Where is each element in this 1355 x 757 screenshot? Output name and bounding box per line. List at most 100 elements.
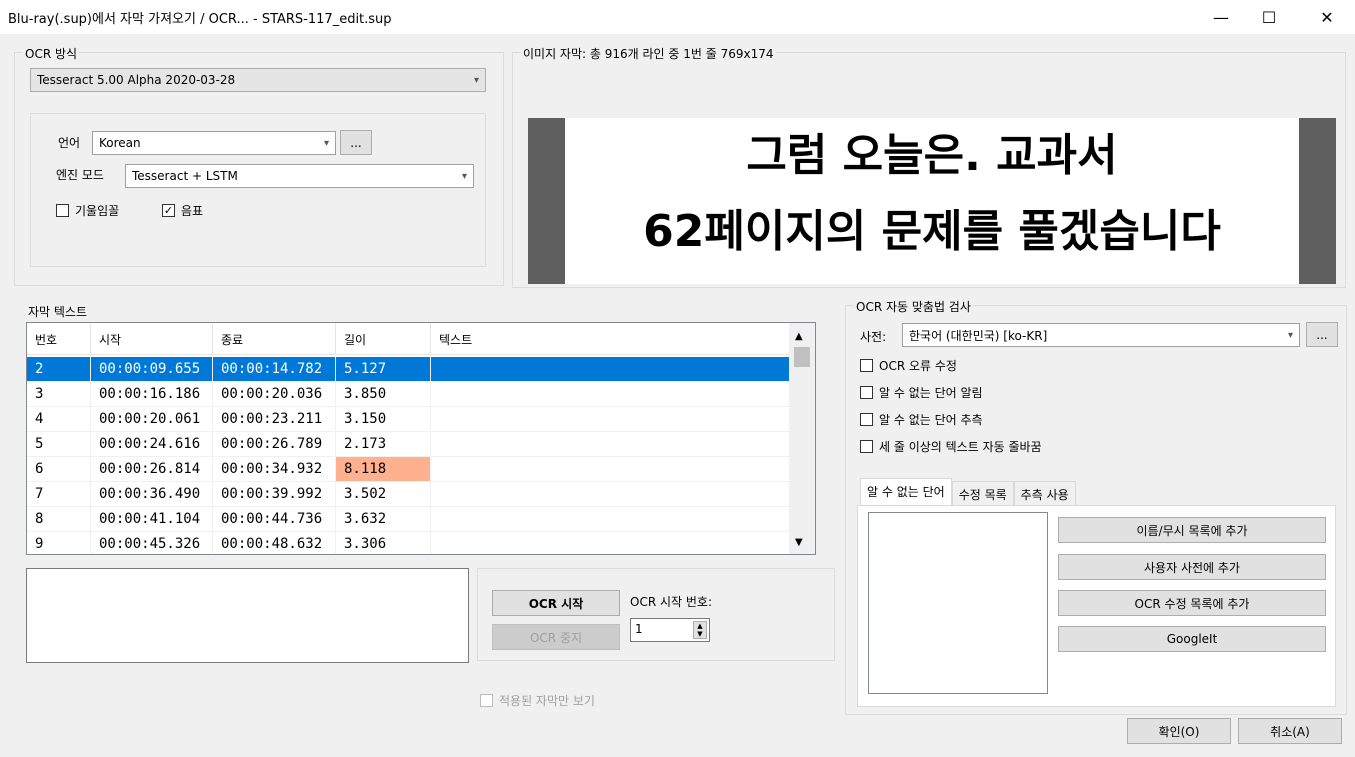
chevron-down-icon: ▾ [1287, 329, 1293, 341]
dictionary-more-button[interactable]: ... [1306, 322, 1338, 347]
show-applied-label: 적용된 자막만 보기 [499, 694, 595, 708]
cell-end: 00:00:20.036 [213, 382, 336, 406]
cell-duration: 3.632 [336, 507, 431, 531]
table-row[interactable]: 6 00:00:26.814 00:00:34.932 8.118 [27, 457, 790, 482]
cell-text [431, 482, 790, 506]
cell-text [431, 357, 790, 381]
image-left-bar [528, 118, 565, 284]
cell-end: 00:00:39.992 [213, 482, 336, 506]
italic-checkbox[interactable]: 기울임꼴 [56, 202, 119, 219]
image-subtitle-label: 이미지 자막: 총 916개 라인 중 1번 줄 769x174 [521, 45, 776, 62]
show-applied-checkbox-box [480, 694, 493, 707]
table-row[interactable]: 4 00:00:20.061 00:00:23.211 3.150 [27, 407, 790, 432]
close-button[interactable]: ✕ [1304, 0, 1350, 34]
tab-correction-list[interactable]: 수정 목록 [951, 481, 1014, 505]
ocr-start-button[interactable]: OCR 시작 [492, 590, 620, 616]
cell-start: 00:00:36.490 [91, 482, 213, 506]
google-it-button[interactable]: GoogleIt [1058, 626, 1326, 652]
cell-text [431, 382, 790, 406]
cell-start: 00:00:24.616 [91, 432, 213, 456]
subtitle-image-line1: 그럼 오늘은. 교과서 [746, 130, 1118, 181]
cell-duration: 8.118 [336, 457, 431, 481]
scroll-down-icon[interactable]: ▼ [795, 537, 803, 548]
language-label: 언어 [58, 136, 81, 150]
scroll-thumb[interactable] [794, 347, 810, 367]
spellcheck-option-checkbox[interactable]: 알 수 없는 단어 알림 [860, 384, 983, 401]
cell-number: 5 [27, 432, 91, 456]
ocr-start-number-value: 1 [635, 622, 643, 636]
table-scrollbar[interactable]: ▲ ▼ [789, 323, 815, 554]
language-select[interactable]: Korean ▾ [92, 131, 336, 155]
spellcheck-option-label: OCR 오류 수정 [879, 359, 957, 373]
spellcheck-option-checkbox[interactable]: OCR 오류 수정 [860, 357, 957, 374]
chevron-down-icon: ▾ [461, 170, 467, 182]
spin-arrows-icon[interactable]: ▲ ▼ [693, 621, 707, 639]
engine-mode-select[interactable]: Tesseract + LSTM ▾ [125, 164, 474, 188]
subtitle-text-edit[interactable] [26, 568, 469, 663]
cell-number: 6 [27, 457, 91, 481]
cell-number: 4 [27, 407, 91, 431]
cell-end: 00:00:48.632 [213, 532, 336, 554]
cell-end: 00:00:44.736 [213, 507, 336, 531]
music-note-checkbox[interactable]: ✓ 음표 [162, 202, 203, 219]
table-row[interactable]: 2 00:00:09.655 00:00:14.782 5.127 [27, 357, 790, 382]
col-number[interactable]: 번호 [27, 323, 91, 354]
check-icon: ✓ [162, 204, 175, 217]
language-value: Korean [99, 136, 141, 150]
add-to-user-dictionary-button[interactable]: 사용자 사전에 추가 [1058, 554, 1326, 580]
subtitle-image-line2: 62페이지의 문제를 풀겠습니다 [643, 206, 1221, 257]
scroll-up-icon[interactable]: ▲ [795, 331, 803, 342]
ocr-engine-select[interactable]: Tesseract 5.00 Alpha 2020-03-28 ▾ [30, 68, 486, 92]
subtitle-text-label: 자막 텍스트 [28, 305, 88, 319]
add-to-names-list-button[interactable]: 이름/무시 목록에 추가 [1058, 517, 1326, 543]
dictionary-select[interactable]: 한국어 (대한민국) [ko-KR] ▾ [902, 323, 1300, 347]
col-duration[interactable]: 길이 [336, 323, 431, 354]
maximize-button[interactable]: ☐ [1246, 0, 1292, 34]
ocr-stop-button[interactable]: OCR 중지 [492, 624, 620, 650]
col-end[interactable]: 종료 [213, 323, 336, 354]
cell-duration: 3.850 [336, 382, 431, 406]
show-applied-only-checkbox[interactable]: 적용된 자막만 보기 [480, 692, 595, 709]
table-row[interactable]: 5 00:00:24.616 00:00:26.789 2.173 [27, 432, 790, 457]
ocr-method-label: OCR 방식 [23, 45, 80, 62]
cell-text [431, 457, 790, 481]
ocr-start-number-input[interactable]: 1 ▲ ▼ [630, 618, 710, 642]
cell-text [431, 432, 790, 456]
image-right-bar [1299, 118, 1336, 284]
add-to-ocr-replace-list-button[interactable]: OCR 수정 목록에 추가 [1058, 590, 1326, 616]
engine-mode-value: Tesseract + LSTM [132, 169, 238, 183]
tab-unknown-words[interactable]: 알 수 없는 단어 [860, 478, 952, 505]
tab-use-guess[interactable]: 추측 사용 [1013, 481, 1076, 505]
spellcheck-option-checkbox[interactable]: 세 줄 이상의 텍스트 자동 줄바꿈 [860, 438, 1042, 455]
table-header: 번호 시작 종료 길이 텍스트 [27, 323, 790, 355]
dictionary-label: 사전: [860, 330, 887, 344]
col-text[interactable]: 텍스트 [431, 323, 790, 354]
cell-end: 00:00:23.211 [213, 407, 336, 431]
ok-button[interactable]: 확인(O) [1127, 718, 1231, 744]
table-row[interactable]: 7 00:00:36.490 00:00:39.992 3.502 [27, 482, 790, 507]
unknown-words-list[interactable] [868, 512, 1048, 694]
engine-mode-label: 엔진 모드 [56, 168, 104, 182]
cell-start: 00:00:16.186 [91, 382, 213, 406]
cell-duration: 2.173 [336, 432, 431, 456]
checkbox-box [860, 386, 873, 399]
cell-end: 00:00:14.782 [213, 357, 336, 381]
title-bar: Blu-ray(.sup)에서 자막 가져오기 / OCR... - STARS… [0, 0, 1355, 34]
chevron-down-icon: ▾ [323, 137, 329, 149]
cell-start: 00:00:41.104 [91, 507, 213, 531]
cell-number: 2 [27, 357, 91, 381]
table-row[interactable]: 8 00:00:41.104 00:00:44.736 3.632 [27, 507, 790, 532]
cancel-button[interactable]: 취소(A) [1238, 718, 1342, 744]
checkbox-box [860, 413, 873, 426]
col-start[interactable]: 시작 [91, 323, 213, 354]
spellcheck-option-checkbox[interactable]: 알 수 없는 단어 추측 [860, 411, 983, 428]
table-row[interactable]: 9 00:00:45.326 00:00:48.632 3.306 [27, 532, 790, 554]
cell-end: 00:00:26.789 [213, 432, 336, 456]
table-row[interactable]: 3 00:00:16.186 00:00:20.036 3.850 [27, 382, 790, 407]
language-more-button[interactable]: ... [340, 130, 372, 155]
spellcheck-tabs: 알 수 없는 단어 수정 목록 추측 사용 [860, 478, 1076, 505]
minimize-button[interactable]: — [1198, 0, 1244, 34]
subtitle-table[interactable]: 번호 시작 종료 길이 텍스트 2 00:00:09.655 00:00:14.78… [26, 322, 816, 555]
dictionary-value: 한국어 (대한민국) [ko-KR] [909, 328, 1048, 343]
spellcheck-option-label: 세 줄 이상의 텍스트 자동 줄바꿈 [879, 440, 1042, 454]
